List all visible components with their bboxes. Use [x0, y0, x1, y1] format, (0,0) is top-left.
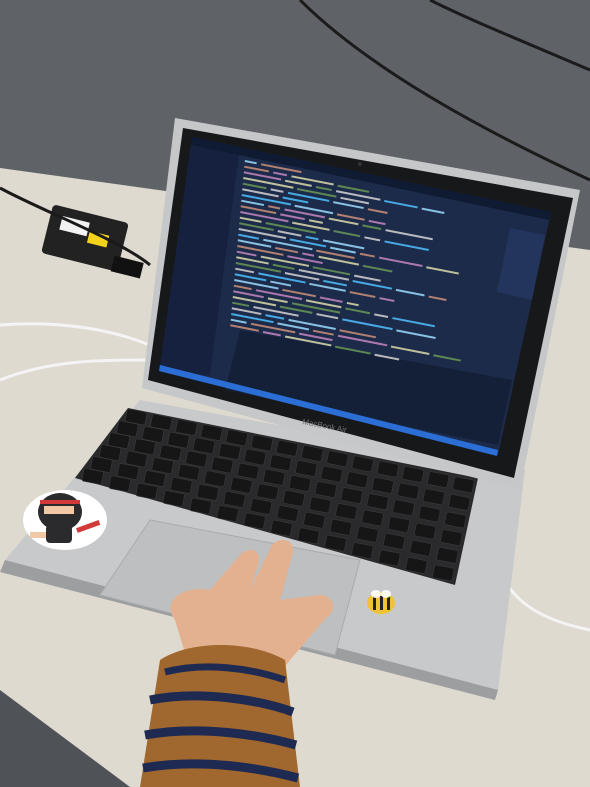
webcam	[358, 162, 362, 166]
child-sleeve	[140, 645, 300, 787]
photo-scene: MacBook Air	[0, 0, 590, 787]
ninja-sticker	[23, 490, 107, 550]
bee-sticker	[367, 590, 395, 614]
